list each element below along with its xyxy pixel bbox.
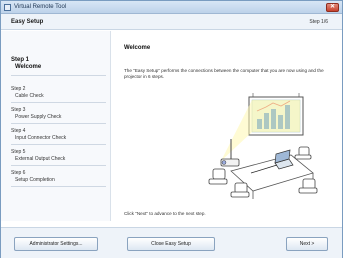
step-number: Step 2 bbox=[11, 86, 26, 92]
sidebar-step-3: Step 3 Power Supply Check bbox=[11, 107, 106, 124]
next-step-hint: Click "Next" to advance to the next step… bbox=[124, 211, 206, 216]
step-indicator: Step 1/6 bbox=[309, 19, 328, 25]
step-name: Power Supply Check bbox=[15, 114, 62, 120]
sidebar-step-4: Step 4 Input Connector Check bbox=[11, 128, 106, 145]
window-title: Virtual Remote Tool bbox=[14, 4, 67, 10]
sidebar-step-5: Step 5 External Output Check bbox=[11, 149, 106, 166]
next-button[interactable]: Next > bbox=[286, 237, 328, 251]
sidebar-step-1: Step 1 Welcome bbox=[11, 57, 106, 76]
step-name: Cable Check bbox=[15, 93, 44, 99]
close-easy-setup-button[interactable]: Close Easy Setup bbox=[127, 237, 215, 251]
sidebar-step-2: Step 2 Cable Check bbox=[11, 86, 106, 103]
step-number: Step 6 bbox=[11, 170, 26, 176]
page-title: Easy Setup bbox=[11, 19, 44, 25]
projector-room-illustration bbox=[208, 93, 318, 199]
footer-bar: Administrator Settings... Close Easy Set… bbox=[1, 227, 342, 258]
steps-sidebar: Step 1 Welcome Step 2 Cable Check Step 3… bbox=[1, 31, 111, 221]
step-name: Setup Completion bbox=[15, 177, 55, 183]
app-window: Virtual Remote Tool ✕ Easy Setup Step 1/… bbox=[0, 0, 343, 258]
step-number: Step 3 bbox=[11, 107, 26, 113]
content-description: The "Easy Setup" performs the connection… bbox=[124, 68, 324, 79]
step-number: Step 5 bbox=[11, 149, 26, 155]
step-name: Welcome bbox=[15, 64, 42, 70]
close-window-button[interactable]: ✕ bbox=[326, 3, 339, 12]
app-icon bbox=[4, 4, 11, 11]
header-bar: Easy Setup Step 1/6 bbox=[1, 14, 342, 30]
administrator-settings-button[interactable]: Administrator Settings... bbox=[14, 237, 98, 251]
step-number: Step 4 bbox=[11, 128, 26, 134]
title-bar: Virtual Remote Tool ✕ bbox=[1, 1, 342, 14]
step-number: Step 1 bbox=[11, 57, 30, 63]
step-name: External Output Check bbox=[15, 156, 66, 162]
sidebar-step-6: Step 6 Setup Completion bbox=[11, 170, 106, 187]
step-name: Input Connector Check bbox=[15, 135, 67, 141]
content-title: Welcome bbox=[124, 45, 151, 51]
